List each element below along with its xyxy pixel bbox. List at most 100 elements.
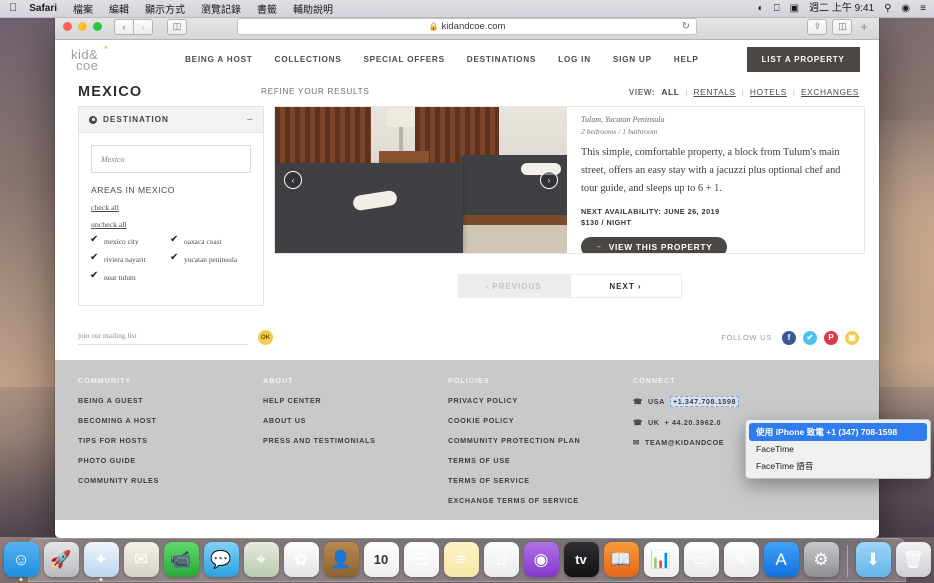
context-menu-item-call-with-iphone[interactable]: 使用 iPhone 致電 +1 (347) 708-1598 bbox=[749, 423, 927, 441]
photo-prev-arrow-icon[interactable]: ‹ bbox=[284, 171, 302, 189]
site-logo[interactable]: kid& coe ✶ bbox=[69, 44, 125, 74]
keynote-icon[interactable]: ▭ bbox=[684, 542, 719, 577]
close-window-button[interactable] bbox=[63, 22, 72, 31]
footer-link-photo-guide[interactable]: PHOTO GUIDE bbox=[78, 456, 254, 465]
facebook-icon[interactable]: f bbox=[782, 331, 796, 345]
contact-email-value[interactable]: TEAM@KIDANDCOE bbox=[645, 438, 724, 447]
contacts-icon[interactable]: 👤 bbox=[324, 542, 359, 577]
minimize-window-button[interactable] bbox=[78, 22, 87, 31]
messages-icon[interactable]: 💬 bbox=[204, 542, 239, 577]
forward-button[interactable]: › bbox=[133, 19, 153, 35]
app-store-icon[interactable]: A bbox=[764, 542, 799, 577]
contact-phone-usa[interactable]: ☎ USA +1.347.708.1598 bbox=[633, 396, 865, 407]
wifi-icon[interactable]: ◐ bbox=[758, 4, 764, 14]
destination-panel-header[interactable]: DESTINATION − bbox=[79, 107, 263, 133]
siri-icon[interactable]: ◉ bbox=[901, 4, 910, 14]
checkbox-icon[interactable] bbox=[91, 238, 99, 246]
menu-item-bookmarks[interactable]: 書籤 bbox=[257, 1, 277, 16]
menu-item-edit[interactable]: 編輯 bbox=[109, 1, 129, 16]
notification-center-icon[interactable]: ≡ bbox=[920, 4, 926, 14]
footer-link-tips-for-hosts[interactable]: TIPS FOR HOSTS bbox=[78, 436, 254, 445]
nav-destinations[interactable]: DESTINATIONS bbox=[467, 55, 536, 64]
address-bar[interactable]: 🔒 kidandcoe.com ↻ bbox=[237, 18, 697, 35]
airplay-icon[interactable]: ⎕ bbox=[774, 4, 780, 14]
battery-icon[interactable]: ▣ bbox=[790, 4, 799, 14]
context-menu-item-facetime[interactable]: FaceTime bbox=[746, 441, 930, 457]
footer-link-being-a-guest[interactable]: BEING A GUEST bbox=[78, 396, 254, 405]
phone-context-menu[interactable]: 使用 iPhone 致電 +1 (347) 708-1598 FaceTime … bbox=[745, 419, 931, 479]
view-this-property-button[interactable]: → VIEW THIS PROPERTY bbox=[581, 237, 727, 254]
facetime-icon[interactable]: 📹 bbox=[164, 542, 199, 577]
menu-item-history[interactable]: 瀏覽記錄 bbox=[201, 1, 241, 16]
system-preferences-icon[interactable]: ⚙ bbox=[804, 542, 839, 577]
footer-link-help-center[interactable]: HELP CENTER bbox=[263, 396, 439, 405]
view-option-hotels[interactable]: HOTELS bbox=[750, 87, 787, 97]
menu-item-safari[interactable]: Safari bbox=[29, 3, 57, 14]
calendar-icon[interactable]: 10 bbox=[364, 542, 399, 577]
notes-icon[interactable]: ≡ bbox=[444, 542, 479, 577]
menu-item-file[interactable]: 檔案 bbox=[73, 1, 93, 16]
context-menu-item-facetime-audio[interactable]: FaceTime 語音 bbox=[746, 457, 930, 475]
pages-icon[interactable]: ✎ bbox=[724, 542, 759, 577]
destination-search-input[interactable]: Mexico bbox=[91, 145, 251, 173]
view-option-exchanges[interactable]: EXCHANGES bbox=[801, 87, 859, 97]
checkbox-icon[interactable] bbox=[91, 274, 99, 282]
view-option-all[interactable]: ALL bbox=[661, 87, 679, 97]
view-option-rentals[interactable]: RENTALS bbox=[694, 87, 736, 97]
reminders-icon[interactable]: ☰ bbox=[404, 542, 439, 577]
finder-icon[interactable]: ☺ bbox=[4, 542, 39, 577]
back-button[interactable]: ‹ bbox=[114, 19, 134, 35]
zoom-window-button[interactable] bbox=[93, 22, 102, 31]
ibooks-icon[interactable]: 📖 bbox=[604, 542, 639, 577]
collapse-panel-icon[interactable]: − bbox=[247, 116, 253, 124]
checkbox-near-tulum[interactable]: near tulum bbox=[91, 273, 171, 282]
nav-being-a-host[interactable]: BEING A HOST bbox=[185, 55, 253, 64]
nav-sign-up[interactable]: SIGN UP bbox=[613, 55, 652, 64]
launchpad-icon[interactable]: 🚀 bbox=[44, 542, 79, 577]
footer-link-community-protection-plan[interactable]: COMMUNITY PROTECTION PLAN bbox=[448, 436, 624, 445]
footer-link-terms-of-use[interactable]: TERMS OF USE bbox=[448, 456, 624, 465]
next-page-button[interactable]: NEXT › bbox=[570, 274, 682, 298]
list-a-property-button[interactable]: LIST A PROPERTY bbox=[747, 47, 860, 72]
menu-item-help[interactable]: 輔助說明 bbox=[293, 1, 333, 16]
menu-bar-clock[interactable]: 週二 上午 9:41 bbox=[809, 4, 874, 14]
appletv-icon[interactable]: tv bbox=[564, 542, 599, 577]
checkbox-mexico-city[interactable]: mexico city bbox=[91, 237, 171, 246]
podcasts-icon[interactable]: ◉ bbox=[524, 542, 559, 577]
footer-link-becoming-a-host[interactable]: BECOMING A HOST bbox=[78, 416, 254, 425]
footer-link-terms-of-service[interactable]: TERMS OF SERVICE bbox=[448, 476, 624, 485]
check-all-link[interactable]: check all bbox=[91, 203, 251, 212]
tabs-icon[interactable]: ◫ bbox=[832, 19, 852, 35]
footer-link-exchange-terms-of-service[interactable]: EXCHANGE TERMS OF SERVICE bbox=[448, 496, 624, 505]
checkbox-yucatan-peninsula[interactable]: yucatan peninsula bbox=[171, 255, 251, 264]
checkbox-icon[interactable] bbox=[171, 238, 179, 246]
property-card[interactable]: ‹ › Tulum, Yucatan Peninsula 2 bedrooms … bbox=[274, 106, 865, 254]
mail-icon[interactable]: ✉ bbox=[124, 542, 159, 577]
photo-next-arrow-icon[interactable]: › bbox=[540, 171, 558, 189]
footer-link-press-and-testimonials[interactable]: PRESS AND TESTIMONIALS bbox=[263, 436, 439, 445]
property-photo[interactable]: ‹ › bbox=[275, 107, 567, 253]
nav-collections[interactable]: COLLECTIONS bbox=[275, 55, 342, 64]
maps-icon[interactable]: ⌖ bbox=[244, 542, 279, 577]
search-icon[interactable]: ⚲ bbox=[884, 4, 891, 14]
uncheck-all-link[interactable]: uncheck all bbox=[91, 220, 251, 229]
previous-page-button[interactable]: ‹ PREVIOUS bbox=[458, 274, 570, 298]
nav-help[interactable]: HELP bbox=[674, 55, 699, 64]
checkbox-riviera-nayarit[interactable]: riviera nayarit bbox=[91, 255, 171, 264]
safari-icon[interactable]: ✦ bbox=[84, 542, 119, 577]
numbers-icon[interactable]: 📊 bbox=[644, 542, 679, 577]
trash-icon[interactable]: 🗑 bbox=[896, 542, 931, 577]
reload-icon[interactable]: ↻ bbox=[682, 21, 690, 32]
checkbox-icon[interactable] bbox=[171, 256, 179, 264]
mailing-list-field[interactable]: join our mailing list bbox=[78, 331, 248, 345]
mailing-list-ok-button[interactable]: OK bbox=[258, 330, 273, 345]
contact-number-uk[interactable]: + 44.20.3962.0 bbox=[665, 418, 722, 427]
pinterest-icon[interactable]: P bbox=[824, 331, 838, 345]
footer-link-cookie-policy[interactable]: COOKIE POLICY bbox=[448, 416, 624, 425]
nav-special-offers[interactable]: SPECIAL OFFERS bbox=[363, 55, 444, 64]
share-icon[interactable]: ⇪ bbox=[807, 19, 827, 35]
downloads-folder-icon[interactable]: ⬇ bbox=[856, 542, 891, 577]
nav-log-in[interactable]: LOG IN bbox=[558, 55, 591, 64]
itunes-icon[interactable]: ♫ bbox=[484, 542, 519, 577]
menu-item-view[interactable]: 顯示方式 bbox=[145, 1, 185, 16]
